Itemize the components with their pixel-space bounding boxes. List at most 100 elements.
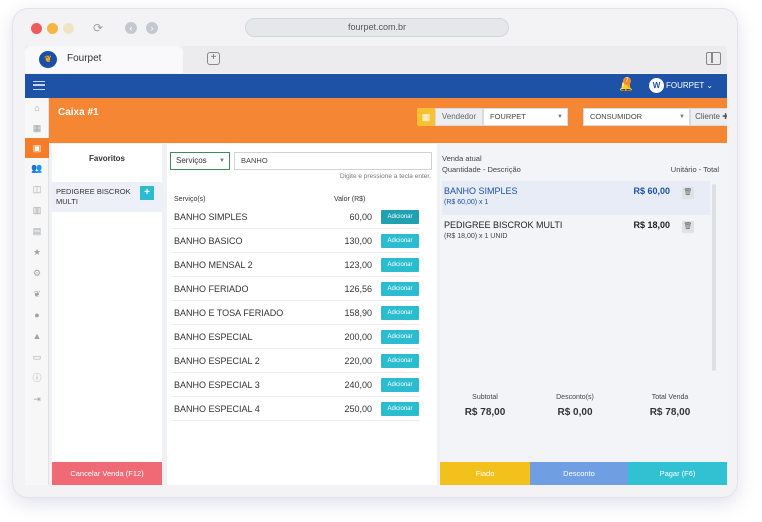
cart-panel: Venda atual Quantidade - Descrição Unitá… <box>440 144 727 485</box>
users-icon[interactable]: 👥 <box>25 158 49 178</box>
delete-icon[interactable]: 🗑 <box>682 221 694 233</box>
fiado-button[interactable]: Fiado <box>440 462 530 485</box>
vendedor-select[interactable]: FOURPET ▼ <box>483 108 568 126</box>
service-name: BANHO SIMPLES <box>174 212 248 222</box>
add-button[interactable]: Adicionar <box>381 378 419 392</box>
calendar-button-icon[interactable]: ▦ <box>417 108 435 126</box>
keyboard-icon[interactable]: ▭ <box>25 347 49 367</box>
total-label: Total Venda <box>651 394 689 401</box>
address-bar[interactable]: fourpet.com.br <box>245 18 509 37</box>
column-header-value: Valor (R$) <box>334 196 366 203</box>
search-input[interactable]: BANHO <box>234 152 432 170</box>
favorites-panel: Favoritos PEDIGREE BISCROK MULTI + Cance… <box>52 144 162 485</box>
user-avatar[interactable]: W <box>649 78 664 93</box>
add-button[interactable]: Adicionar <box>381 234 419 248</box>
tab-title: Fourpet <box>67 53 102 64</box>
pagar-button[interactable]: Pagar (F6) <box>628 462 727 485</box>
calendar-icon[interactable]: ▦ <box>25 118 49 138</box>
paw-logo-icon: ❦ <box>39 51 57 68</box>
column-header-service: Serviço(s) <box>174 196 206 203</box>
pos-header: Caixa #1 ▦ Vendedor FOURPET ▼ CONSUMIDOR… <box>49 98 727 143</box>
close-window-button[interactable] <box>31 23 42 34</box>
products-panel: Serviços ▼ BANHO Digite e pressione a te… <box>167 144 437 485</box>
cart-subtitle-right: Unitário - Total <box>670 165 719 174</box>
new-tab-icon[interactable]: + <box>207 52 220 65</box>
add-button[interactable]: Adicionar <box>381 402 419 416</box>
notification-badge: 7 <box>623 77 631 85</box>
table-row: BANHO BASICO 130,00 Adicionar <box>170 230 420 253</box>
graduation-icon[interactable]: ▲ <box>25 326 49 346</box>
category-value: Serviços <box>176 156 207 165</box>
subtotal-label: Subtotal <box>472 394 498 401</box>
discount-value: R$ 0,00 <box>557 407 593 418</box>
add-cliente-button[interactable]: Cliente ✚ <box>690 108 727 126</box>
delete-icon[interactable]: 🗑 <box>682 187 694 199</box>
caret-down-icon: ▼ <box>679 114 685 120</box>
tab-fourpet[interactable]: ❦ Fourpet <box>25 46 183 73</box>
paw-icon[interactable]: ❦ <box>25 284 49 304</box>
chart-icon[interactable]: ▥ <box>25 200 49 220</box>
settings-icon[interactable]: ⚙ <box>25 263 49 283</box>
cart-item-detail: (R$ 60,00) x 1 <box>444 199 489 206</box>
page-title: Caixa #1 <box>58 107 99 118</box>
add-button[interactable]: Adicionar <box>381 354 419 368</box>
table-row: BANHO ESPECIAL 200,00 Adicionar <box>170 326 420 349</box>
cart-item-name: PEDIGREE BISCROK MULTI <box>444 220 563 230</box>
table-row: BANHO SIMPLES 60,00 Adicionar <box>170 206 420 229</box>
info-icon[interactable]: ⓘ <box>25 368 49 388</box>
favorite-item[interactable]: PEDIGREE BISCROK MULTI + <box>52 182 162 212</box>
cart-item[interactable]: BANHO SIMPLES (R$ 60,00) x 1 R$ 60,00 🗑 <box>442 181 710 215</box>
back-icon[interactable]: ‹ <box>125 22 137 34</box>
forward-icon[interactable]: › <box>146 22 158 34</box>
refresh-icon[interactable]: ⟳ <box>93 21 103 35</box>
service-value: 220,00 <box>344 356 372 366</box>
cart-scrollbar[interactable] <box>712 184 716 371</box>
logout-icon[interactable]: ⇥ <box>25 389 49 409</box>
service-value: 130,00 <box>344 236 372 246</box>
discount-label: Desconto(s) <box>556 394 594 401</box>
maximize-window-button[interactable] <box>63 23 74 34</box>
user-menu[interactable]: FOURPET ⌄ <box>666 81 713 90</box>
category-select[interactable]: Serviços ▼ <box>170 152 230 170</box>
browser-chrome: ⟳ ‹ › fourpet.com.br <box>13 9 737 45</box>
service-name: BANHO ESPECIAL 3 <box>174 380 260 390</box>
cart-item-name: BANHO SIMPLES <box>444 186 518 196</box>
app-root: 🔔 7 W FOURPET ⌄ ⌂ ▦ ▣ 👥 ◫ ▥ ▤ ★ ⚙ ❦ ● ▲ … <box>25 74 727 485</box>
money-icon[interactable]: ◫ <box>25 179 49 199</box>
cart-item-detail: (R$ 18,00) x 1 UNID <box>444 233 508 240</box>
cash-register-icon[interactable]: ▣ <box>25 138 49 158</box>
vendedor-label: Vendedor <box>435 108 483 126</box>
add-button[interactable]: Adicionar <box>381 210 419 224</box>
cancel-sale-button[interactable]: Cancelar Venda (F12) <box>52 462 162 485</box>
add-button[interactable]: Adicionar <box>381 258 419 272</box>
service-name: BANHO ESPECIAL 2 <box>174 356 260 366</box>
cart-item[interactable]: PEDIGREE BISCROK MULTI (R$ 18,00) x 1 UN… <box>442 215 710 249</box>
sidebar-toggle-icon[interactable] <box>706 52 721 65</box>
service-name: BANHO ESPECIAL <box>174 332 253 342</box>
add-button[interactable]: Adicionar <box>381 330 419 344</box>
add-button[interactable]: Adicionar <box>381 282 419 296</box>
add-favorite-button[interactable]: + <box>140 186 154 200</box>
home-icon[interactable]: ⌂ <box>25 98 49 118</box>
service-name: BANHO MENSAL 2 <box>174 260 253 270</box>
service-name: BANHO FERIADO <box>174 284 249 294</box>
service-value: 60,00 <box>349 212 372 222</box>
trash-icon[interactable]: ▤ <box>25 221 49 241</box>
menu-icon[interactable] <box>33 81 45 90</box>
globe-icon[interactable]: ● <box>25 305 49 325</box>
service-value: 126,56 <box>344 284 372 294</box>
desconto-button[interactable]: Desconto <box>530 462 628 485</box>
cart-list: BANHO SIMPLES (R$ 60,00) x 1 R$ 60,00 🗑 … <box>442 181 710 381</box>
service-value: 200,00 <box>344 332 372 342</box>
star-icon[interactable]: ★ <box>25 242 49 262</box>
service-name: BANHO ESPECIAL 4 <box>174 404 260 414</box>
service-value: 250,00 <box>344 404 372 414</box>
cliente-select[interactable]: CONSUMIDOR ▼ <box>583 108 690 126</box>
table-row: BANHO ESPECIAL 4 250,00 Adicionar <box>170 398 420 421</box>
tab-bar: ❦ Fourpet + <box>25 46 727 73</box>
subtotal-value: R$ 78,00 <box>464 407 506 418</box>
add-button[interactable]: Adicionar <box>381 306 419 320</box>
browser-window: ⟳ ‹ › fourpet.com.br ❦ Fourpet + 🔔 7 W F… <box>12 8 738 498</box>
minimize-window-button[interactable] <box>47 23 58 34</box>
total-value: R$ 78,00 <box>649 407 691 418</box>
